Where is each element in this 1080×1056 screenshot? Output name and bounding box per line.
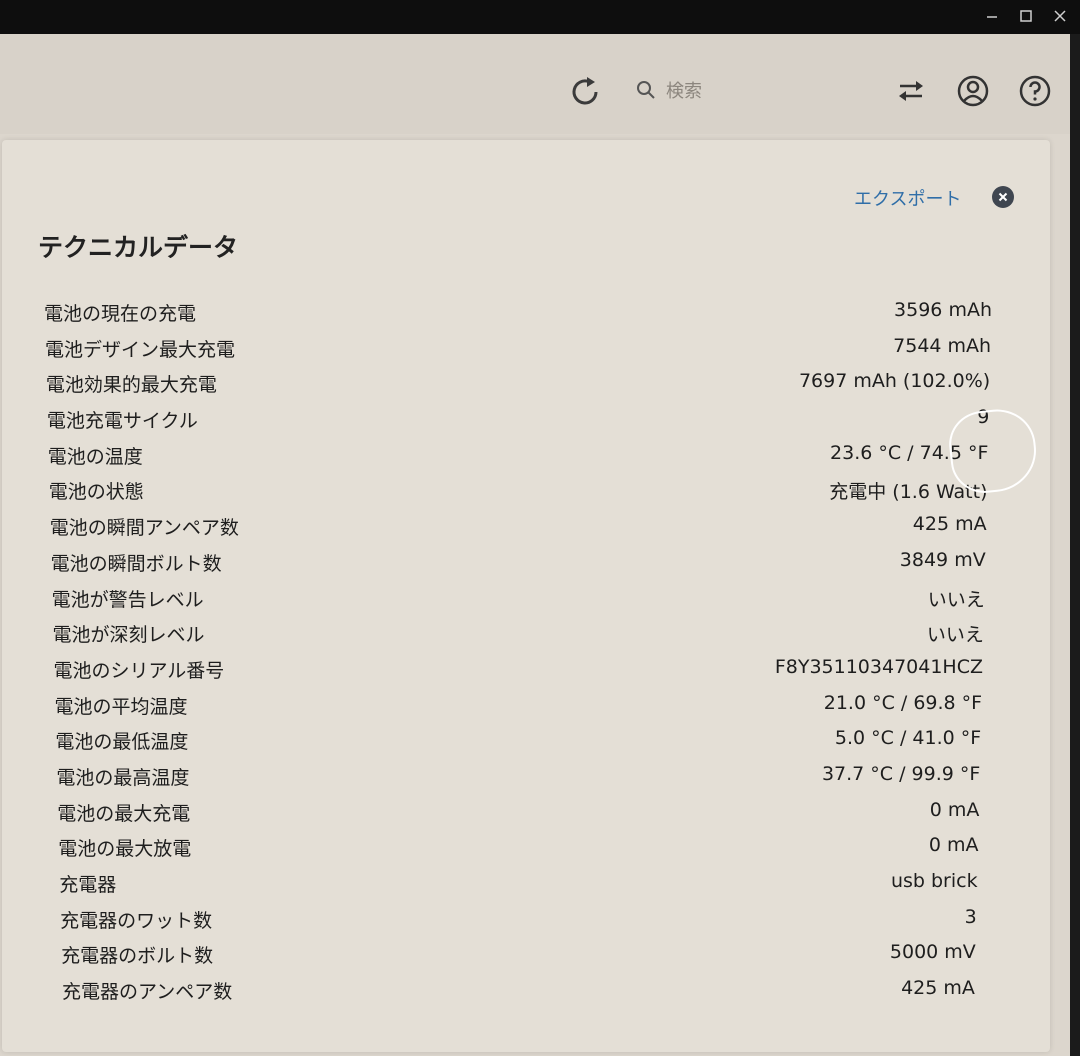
row-label: 電池充電サイクル bbox=[46, 410, 198, 433]
row-label: 充電器のワット数 bbox=[60, 909, 213, 932]
row-label: 電池の瞬間ボルト数 bbox=[50, 552, 222, 575]
row-value: 7544 mAh bbox=[893, 334, 992, 357]
app-window: 検索 エクスポート テクニカルデータ 電池の現在の充電 3596 mAh 電池デ… bbox=[0, 34, 1070, 1056]
row-label: 電池の最高温度 bbox=[56, 766, 190, 789]
maximize-button[interactable] bbox=[1016, 6, 1036, 26]
table-row: 電池の現在の充電 3596 mAh bbox=[2, 293, 1050, 329]
row-label: 電池デザイン最大充電 bbox=[44, 338, 235, 361]
table-row: 電池の最大放電 0 mA bbox=[2, 828, 1050, 864]
search-input[interactable]: 検索 bbox=[636, 72, 866, 108]
close-panel-button[interactable] bbox=[992, 186, 1014, 208]
row-value: 37.7 °C / 99.9 °F bbox=[821, 762, 981, 785]
row-label: 電池の温度 bbox=[47, 445, 143, 468]
table-row: 電池の温度 23.6 °C / 74.5 °F bbox=[2, 436, 1050, 472]
close-icon bbox=[998, 192, 1008, 202]
row-value: 0 mA bbox=[928, 834, 979, 857]
technical-data-panel: エクスポート テクニカルデータ 電池の現在の充電 3596 mAh 電池デザイン最大… bbox=[2, 140, 1050, 1052]
table-row: 電池の瞬間アンペア数 425 mA bbox=[2, 507, 1050, 543]
table-row: 充電器 usb brick bbox=[2, 864, 1050, 900]
row-label: 電池の瞬間アンペア数 bbox=[49, 517, 239, 540]
maximize-icon bbox=[1020, 10, 1032, 22]
sync-button[interactable] bbox=[892, 72, 930, 110]
row-label: 電池の状態 bbox=[48, 481, 144, 504]
account-button[interactable] bbox=[954, 72, 992, 110]
row-label: 電池の現在の充電 bbox=[44, 303, 197, 325]
account-icon bbox=[957, 75, 989, 107]
window-titlebar bbox=[0, 0, 1080, 34]
row-value: 425 mA bbox=[912, 513, 987, 536]
search-placeholder: 検索 bbox=[666, 81, 702, 102]
minimize-button[interactable] bbox=[982, 6, 1002, 26]
refresh-button[interactable] bbox=[566, 72, 606, 112]
export-link[interactable]: エクスポート bbox=[854, 185, 961, 211]
row-label: 電池の平均温度 bbox=[54, 695, 188, 718]
row-value: 7697 mAh (102.0%) bbox=[798, 370, 991, 393]
row-label: 充電器のアンペア数 bbox=[62, 981, 233, 1004]
table-row: 電池効果的最大充電 7697 mAh (102.0%) bbox=[2, 364, 1050, 400]
table-row: 充電器のアンペア数 425 mA bbox=[2, 971, 1050, 1007]
row-value: いいえ bbox=[927, 588, 985, 611]
row-value: 425 mA bbox=[901, 977, 975, 1000]
row-label: 電池が深刻レベル bbox=[52, 624, 205, 647]
row-value: 5.0 °C / 41.0 °F bbox=[834, 727, 982, 750]
row-value: 3596 mAh bbox=[894, 299, 992, 321]
row-value: usb brick bbox=[890, 870, 978, 892]
row-label: 充電器 bbox=[59, 874, 117, 896]
data-table: 電池の現在の充電 3596 mAh 電池デザイン最大充電 7544 mAh 電池効果的最… bbox=[2, 293, 1050, 1007]
table-row: 電池の瞬間ボルト数 3849 mV bbox=[2, 543, 1050, 579]
table-row: 充電器のワット数 3 bbox=[2, 900, 1050, 936]
refresh-icon bbox=[572, 77, 598, 105]
row-label: 電池の最大放電 bbox=[58, 838, 192, 861]
table-row: 電池デザイン最大充電 7544 mAh bbox=[2, 329, 1050, 365]
sync-icon bbox=[899, 81, 923, 101]
table-row: 電池の最高温度 37.7 °C / 99.9 °F bbox=[2, 757, 1050, 793]
row-value: いいえ bbox=[926, 624, 984, 647]
row-label: 電池が警告レベル bbox=[51, 588, 204, 611]
row-label: 電池の最大充電 bbox=[57, 802, 191, 825]
row-label: 電池のシリアル番号 bbox=[53, 659, 225, 682]
table-row: 電池充電サイクル 9 bbox=[2, 400, 1050, 436]
row-value: F8Y35110347041HCZ bbox=[774, 655, 983, 678]
row-value: 5000 mV bbox=[889, 941, 976, 964]
row-value: 3849 mV bbox=[899, 548, 986, 571]
table-row: 電池の最大充電 0 mA bbox=[2, 793, 1050, 829]
close-icon bbox=[1054, 10, 1066, 22]
close-window-button[interactable] bbox=[1050, 6, 1070, 26]
search-icon bbox=[637, 81, 655, 99]
table-row: 電池が深刻レベル いいえ bbox=[2, 614, 1050, 650]
table-row: 電池のシリアル番号 F8Y35110347041HCZ bbox=[2, 650, 1050, 686]
row-value: 3 bbox=[964, 905, 977, 928]
top-toolbar: 検索 bbox=[0, 34, 1070, 134]
row-label: 電池効果的最大充電 bbox=[45, 374, 217, 397]
table-row: 電池の状態 充電中 (1.6 Watt) bbox=[2, 471, 1050, 507]
row-label: 充電器のボルト数 bbox=[61, 945, 214, 968]
table-row: 充電器のボルト数 5000 mV bbox=[2, 935, 1050, 971]
table-row: 電池の最低温度 5.0 °C / 41.0 °F bbox=[2, 721, 1050, 757]
row-value: 21.0 °C / 69.8 °F bbox=[823, 691, 983, 714]
help-icon bbox=[1019, 75, 1051, 107]
row-value: 0 mA bbox=[929, 798, 980, 821]
row-label: 電池の最低温度 bbox=[55, 731, 189, 754]
minimize-icon bbox=[987, 16, 997, 18]
table-row: 電池の平均温度 21.0 °C / 69.8 °F bbox=[2, 686, 1050, 722]
window-controls bbox=[982, 6, 1070, 26]
table-row: 電池が警告レベル いいえ bbox=[2, 579, 1050, 615]
section-title: テクニカルデータ bbox=[38, 233, 239, 262]
help-button[interactable] bbox=[1016, 72, 1054, 110]
